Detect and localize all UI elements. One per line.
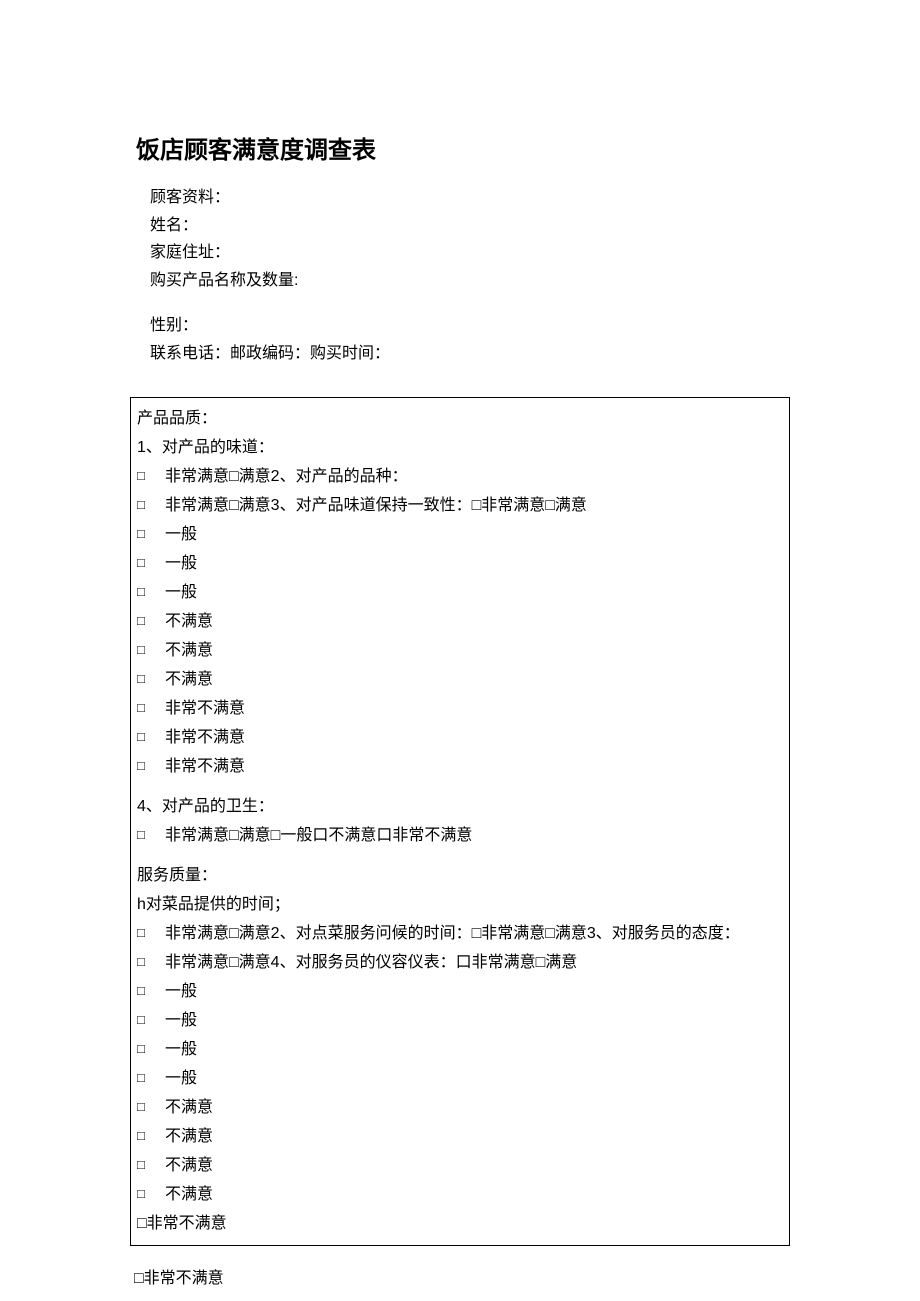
checkbox-icon[interactable]: □ — [137, 697, 165, 720]
checkbox-line: □不满意 — [137, 1094, 783, 1122]
checkbox-line: □非常不满意 — [137, 753, 783, 781]
very-unsatisfied-after: □非常不满意 — [130, 1264, 790, 1288]
q-serve-time: h对菜品提供的时间； — [137, 891, 783, 919]
option-text: 不满意 — [165, 642, 213, 659]
option-text: 非常满意□满意2、对产品的品种： — [165, 468, 408, 485]
checkbox-icon[interactable]: □ — [137, 581, 165, 604]
option-text: 一般 — [165, 526, 197, 543]
checkbox-icon[interactable]: □ — [137, 494, 165, 517]
checkbox-icon[interactable]: □ — [137, 610, 165, 633]
q1-taste: 1、对产品的味道： — [137, 434, 783, 462]
option-text: 一般 — [165, 1070, 197, 1087]
checkbox-line: □一般 — [137, 1007, 783, 1035]
checkbox-line: □不满意 — [137, 1152, 783, 1180]
option-text: 一般 — [165, 983, 197, 1000]
contact-line: 联系电话：邮政编码：购买时间： — [150, 341, 790, 367]
checkbox-line: □一般 — [137, 978, 783, 1006]
survey-box: 产品品质： 1、对产品的味道： □非常满意□满意2、对产品的品种： □非常满意□… — [130, 397, 790, 1246]
very-unsatisfied-line: □非常不满意 — [137, 1210, 783, 1238]
gender-label: 性别： — [150, 313, 790, 339]
checkbox-line: □不满意 — [137, 608, 783, 636]
q4-hygiene: 4、对产品的卫生： — [137, 793, 783, 821]
checkbox-line: □不满意 — [137, 637, 783, 665]
checkbox-icon[interactable]: □ — [137, 922, 165, 945]
checkbox-icon[interactable]: □ — [137, 668, 165, 691]
checkbox-icon[interactable]: □ — [137, 980, 165, 1003]
customer-info-block: 顾客资料： 姓名： 家庭住址： 购买产品名称及数量: 性别： 联系电话：邮政编码… — [130, 185, 790, 367]
checkbox-icon[interactable]: □ — [137, 951, 165, 974]
checkbox-line: □非常不满意 — [137, 695, 783, 723]
checkbox-line: □非常满意□满意2、对点菜服务问候的时间：□非常满意□满意3、对服务员的态度： — [137, 920, 783, 948]
checkbox-line: □一般 — [137, 1065, 783, 1093]
option-text: 非常不满意 — [165, 700, 245, 717]
option-text: 一般 — [165, 1012, 197, 1029]
option-text: 一般 — [165, 584, 197, 601]
option-text: 不满意 — [165, 1128, 213, 1145]
option-text: 非常满意□满意2、对点菜服务问候的时间：□非常满意□满意3、对服务员的态度： — [165, 925, 740, 942]
checkbox-line: □一般 — [137, 579, 783, 607]
checkbox-line: □一般 — [137, 1036, 783, 1064]
checkbox-line: □不满意 — [137, 1181, 783, 1209]
checkbox-line: □不满意 — [137, 666, 783, 694]
checkbox-icon[interactable]: □ — [137, 1154, 165, 1177]
option-text: 不满意 — [165, 613, 213, 630]
option-text: 不满意 — [165, 1099, 213, 1116]
option-text: 非常满意□满意4、对服务员的仪容仪表：口非常满意□满意 — [165, 954, 577, 971]
checkbox-line: □非常不满意 — [137, 724, 783, 752]
product-label: 购买产品名称及数量: — [150, 268, 790, 294]
checkbox-line: □不满意 — [137, 1123, 783, 1151]
checkbox-line: □非常满意□满意4、对服务员的仪容仪表：口非常满意□满意 — [137, 949, 783, 977]
checkbox-icon[interactable]: □ — [137, 1096, 165, 1119]
checkbox-icon[interactable]: □ — [137, 552, 165, 575]
checkbox-icon[interactable]: □ — [137, 1125, 165, 1148]
checkbox-icon[interactable]: □ — [137, 639, 165, 662]
option-text: 非常满意□满意□一般口不满意口非常不满意 — [165, 827, 472, 844]
checkbox-line: □非常满意□满意3、对产品味道保持一致性：□非常满意□满意 — [137, 492, 783, 520]
customer-heading: 顾客资料： — [150, 185, 790, 211]
checkbox-icon[interactable]: □ — [137, 1183, 165, 1206]
option-text: 一般 — [165, 1041, 197, 1058]
option-text: 不满意 — [165, 671, 213, 688]
checkbox-line: □一般 — [137, 550, 783, 578]
option-text: 不满意 — [165, 1186, 213, 1203]
page-title: 饭店顾客满意度调查表 — [130, 130, 790, 165]
option-text: 不满意 — [165, 1157, 213, 1174]
checkbox-icon[interactable]: □ — [137, 523, 165, 546]
option-text: 非常满意□满意3、对产品味道保持一致性：□非常满意□满意 — [165, 497, 587, 514]
checkbox-line: □非常满意□满意□一般口不满意口非常不满意 — [137, 822, 783, 850]
checkbox-line: □非常满意□满意2、对产品的品种： — [137, 463, 783, 491]
checkbox-icon[interactable]: □ — [137, 755, 165, 778]
product-quality-heading: 产品品质： — [137, 405, 783, 433]
checkbox-icon[interactable]: □ — [137, 465, 165, 488]
checkbox-icon[interactable]: □ — [137, 824, 165, 847]
checkbox-icon[interactable]: □ — [137, 726, 165, 749]
checkbox-icon[interactable]: □ — [137, 1038, 165, 1061]
address-label: 家庭住址： — [150, 240, 790, 266]
checkbox-icon[interactable]: □ — [137, 1067, 165, 1090]
checkbox-icon[interactable]: □ — [137, 1009, 165, 1032]
option-text: 一般 — [165, 555, 197, 572]
option-text: 非常不满意 — [165, 729, 245, 746]
name-label: 姓名： — [150, 213, 790, 239]
service-quality-heading: 服务质量： — [137, 862, 783, 890]
checkbox-line: □一般 — [137, 521, 783, 549]
option-text: 非常不满意 — [165, 758, 245, 775]
